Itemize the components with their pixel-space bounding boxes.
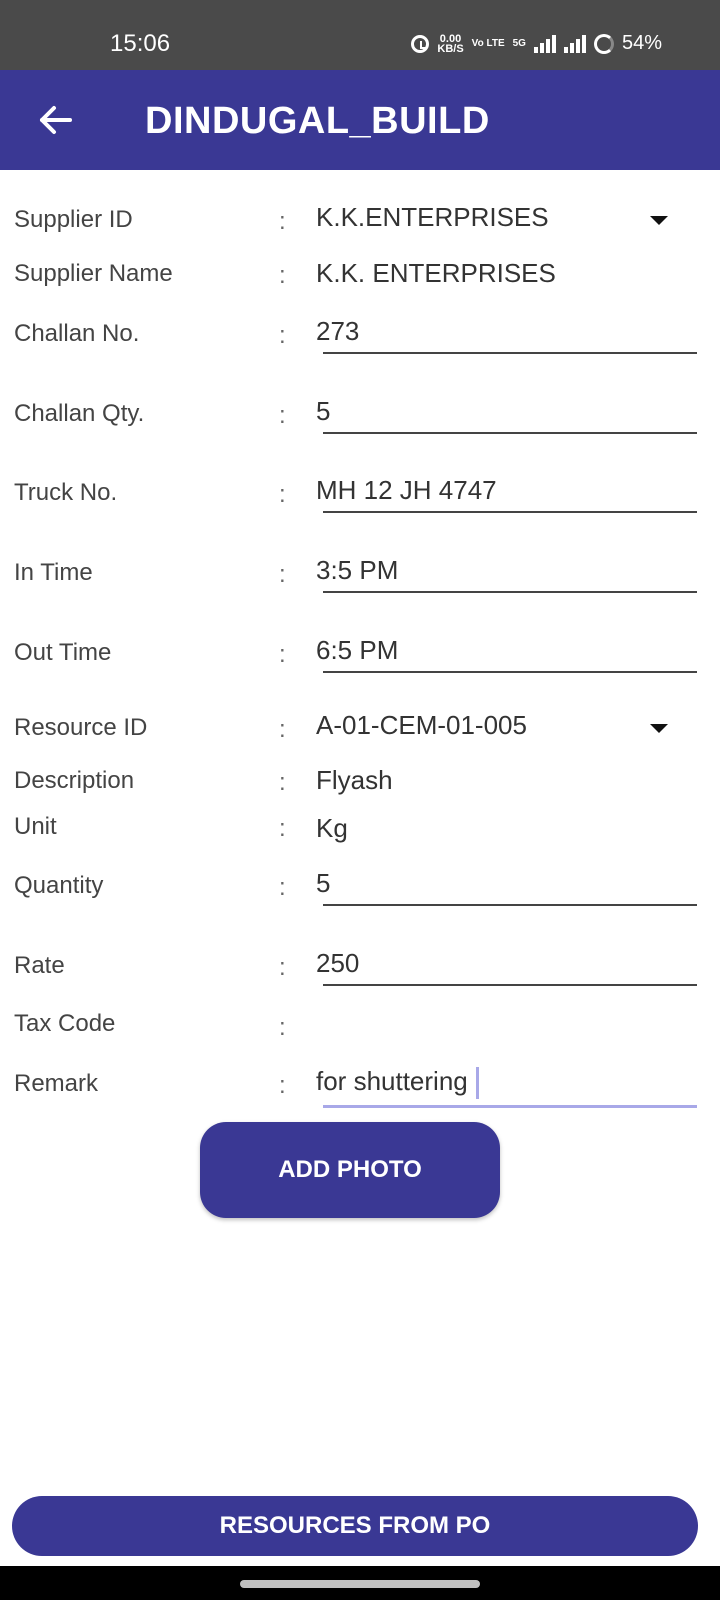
- remark-input[interactable]: for shuttering: [316, 1066, 479, 1100]
- colon: :: [279, 874, 286, 901]
- rate-input[interactable]: 250: [316, 948, 359, 979]
- resource-id-label: Resource ID: [14, 714, 148, 741]
- truck-no-input[interactable]: MH 12 JH 4747: [316, 475, 497, 506]
- unit-label: Unit: [14, 813, 57, 840]
- truck-no-label: Truck No.: [14, 479, 118, 506]
- in-time-underline: [323, 591, 697, 593]
- out-time-input[interactable]: 6:5 PM: [316, 635, 398, 666]
- in-time-input[interactable]: 3:5 PM: [316, 555, 398, 586]
- colon: :: [279, 716, 286, 743]
- net-speed-indicator: 0.00 KB/S: [437, 32, 464, 55]
- colon: :: [279, 208, 286, 235]
- unit-value: Kg: [316, 813, 348, 843]
- supplier-id-label: Supplier ID: [14, 206, 133, 233]
- tax-code-label: Tax Code: [14, 1010, 116, 1037]
- status-icons: 0.00 KB/S Vo LTE 5G 54%: [411, 32, 662, 55]
- quantity-input[interactable]: 5: [316, 868, 330, 899]
- page-title: DINDUGAL_BUILD: [145, 100, 490, 142]
- colon: :: [279, 481, 286, 508]
- challan-no-label: Challan No.: [14, 320, 140, 347]
- colon: :: [279, 262, 286, 289]
- quantity-underline: [323, 904, 697, 906]
- battery-icon: [593, 33, 614, 54]
- net-speed-unit: KB/S: [437, 42, 464, 55]
- status-time: 15:06: [110, 30, 171, 57]
- dropdown-arrow-icon[interactable]: [650, 724, 668, 733]
- add-photo-button[interactable]: ADD PHOTO: [200, 1122, 500, 1218]
- colon: :: [279, 322, 286, 349]
- colon: :: [279, 402, 286, 429]
- challan-qty-input[interactable]: 5: [316, 396, 330, 427]
- remark-underline: [323, 1105, 697, 1108]
- status-bar: 15:06 0.00 KB/S Vo LTE 5G 54%: [0, 0, 720, 70]
- out-time-underline: [323, 671, 697, 673]
- colon: :: [279, 1014, 286, 1041]
- alarm-icon: [411, 34, 430, 53]
- colon: :: [279, 561, 286, 588]
- net-speed-value: 0.00: [439, 32, 462, 45]
- signal-5g-icon: [533, 34, 556, 53]
- rate-label: Rate: [14, 952, 65, 979]
- resources-from-po-button[interactable]: RESOURCES FROM PO: [12, 1496, 698, 1556]
- challan-qty-underline: [323, 432, 697, 434]
- battery-percent: 54%: [621, 32, 662, 54]
- supplier-name-value: K.K. ENTERPRISES: [316, 258, 556, 288]
- colon: :: [279, 1072, 286, 1099]
- challan-no-input[interactable]: 273: [316, 316, 359, 347]
- description-label: Description: [14, 767, 135, 794]
- quantity-label: Quantity: [14, 872, 104, 899]
- out-time-label: Out Time: [14, 639, 112, 666]
- in-time-label: In Time: [14, 559, 93, 586]
- colon: :: [279, 641, 286, 668]
- supplier-name-label: Supplier Name: [14, 260, 173, 287]
- truck-no-underline: [323, 511, 697, 513]
- remark-text: for shuttering: [316, 1066, 468, 1096]
- description-value: Flyash: [316, 765, 393, 795]
- supplier-id-dropdown[interactable]: K.K.ENTERPRISES: [316, 202, 549, 233]
- network-type-icon: 5G: [512, 37, 526, 49]
- navigation-bar: [0, 1566, 720, 1600]
- challan-no-underline: [323, 352, 697, 354]
- challan-qty-label: Challan Qty.: [14, 400, 145, 427]
- colon: :: [279, 769, 286, 796]
- signal-strength-icon: [563, 34, 586, 53]
- colon: :: [279, 954, 286, 981]
- dropdown-arrow-icon[interactable]: [650, 216, 668, 225]
- rate-underline: [323, 984, 697, 986]
- arrow-left-icon[interactable]: [36, 100, 76, 140]
- resource-id-dropdown[interactable]: A-01-CEM-01-005: [316, 710, 527, 741]
- colon: :: [279, 815, 286, 842]
- remark-label: Remark: [14, 1070, 99, 1097]
- home-gesture-handle[interactable]: [240, 1580, 480, 1588]
- text-cursor: [475, 1067, 479, 1100]
- app-bar: DINDUGAL_BUILD: [0, 70, 720, 170]
- volte-icon: Vo LTE: [471, 37, 505, 49]
